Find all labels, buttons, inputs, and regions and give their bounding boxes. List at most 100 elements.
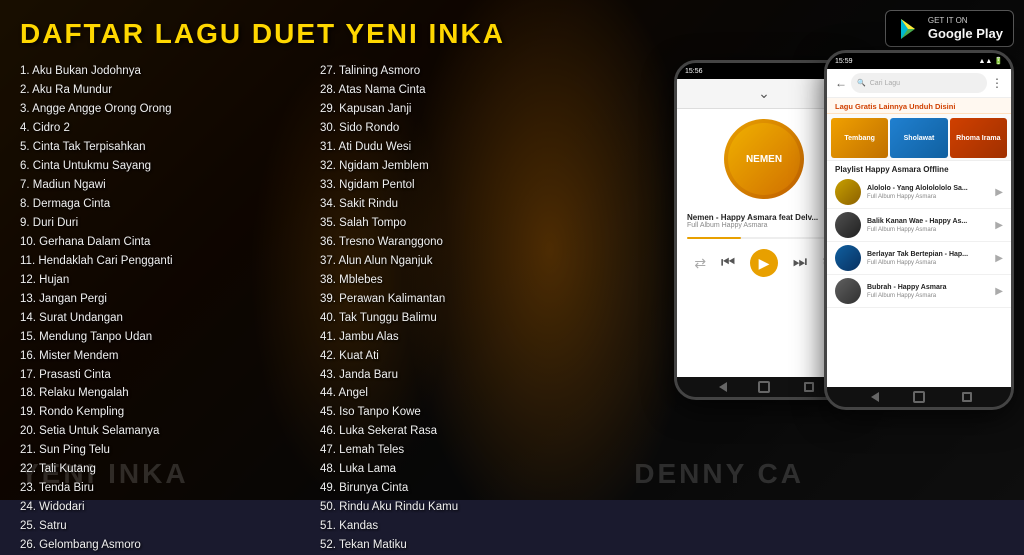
song-thumbnail <box>835 212 861 238</box>
status-bar-front: 15:59 ▲▲ 🔋 <box>827 53 1011 69</box>
more-options-icon[interactable]: ⋮ <box>991 76 1003 90</box>
phone-shell-front: 15:59 ▲▲ 🔋 ← 🔍 Cari Lagu ⋮ Lagu Grati <box>824 50 1014 410</box>
list-item: 20. Setia Untuk Selamanya <box>20 422 300 441</box>
song-artist: Full Album Happy Asmara <box>867 293 989 299</box>
list-item: 17. Prasasti Cinta <box>20 366 300 385</box>
search-placeholder: Cari Lagu <box>870 80 900 87</box>
list-item: 43. Janda Baru <box>320 366 600 385</box>
page-title: DAFTAR LAGU DUET YENI INKA <box>20 18 600 50</box>
play-song-icon[interactable]: ▶ <box>995 220 1003 231</box>
list-item: 18. Relaku Mengalah <box>20 384 300 403</box>
list-item: 30. Sido Rondo <box>320 119 600 138</box>
player-song-title: Nemen - Happy Asmara feat Delv... <box>687 213 841 222</box>
search-icon: 🔍 <box>857 79 866 87</box>
song-info: Berlayar Tak Bertepian - Hap... Full Alb… <box>867 250 989 265</box>
search-bar[interactable]: 🔍 Cari Lagu <box>851 73 987 93</box>
nav-recent-front-icon[interactable] <box>960 390 974 404</box>
playlist-header: ← 🔍 Cari Lagu ⋮ <box>827 69 1011 98</box>
nav-back-front-icon[interactable] <box>864 390 878 404</box>
playlist-item[interactable]: Berlayar Tak Bertepian - Hap... Full Alb… <box>827 242 1011 275</box>
list-item: 50. Rindu Aku Rindu Kamu <box>320 498 600 517</box>
song-name: Berlayar Tak Bertepian - Hap... <box>867 250 989 259</box>
list-item: 13. Jangan Pergi <box>20 290 300 309</box>
playlist-screen: ← 🔍 Cari Lagu ⋮ Lagu Gratis Lainnya Undu… <box>827 69 1011 387</box>
song-columns: 1. Aku Bukan Jodohnya2. Aku Ra Mundur3. … <box>20 62 600 555</box>
play-icon: ▶ <box>759 255 770 272</box>
list-item: 19. Rondo Kempling <box>20 403 300 422</box>
list-item: 11. Hendaklah Cari Pengganti <box>20 252 300 271</box>
list-item: 46. Luka Sekerat Rasa <box>320 422 600 441</box>
google-play-icon <box>896 17 920 41</box>
nav-home-front-icon[interactable] <box>912 390 926 404</box>
list-item: 22. Tali Kutang <box>20 460 300 479</box>
list-item: 41. Jambu Alas <box>320 328 600 347</box>
list-item: 25. Satru <box>20 517 300 536</box>
ad-tembang[interactable]: Tembang <box>831 118 888 158</box>
list-item: 39. Perawan Kalimantan <box>320 290 600 309</box>
list-item: 52. Tekan Matiku <box>320 536 600 555</box>
list-item: 35. Salah Tompo <box>320 214 600 233</box>
list-item: 32. Ngidam Jemblem <box>320 157 600 176</box>
player-album: Full Album Happy Asmara <box>687 222 841 229</box>
nav-back-icon[interactable] <box>712 380 726 394</box>
list-item: 44. Angel <box>320 384 600 403</box>
time-back: 15:56 <box>685 68 703 75</box>
list-item: 27. Talining Asmoro <box>320 62 600 81</box>
list-item: 15. Mendung Tanpo Udan <box>20 328 300 347</box>
list-item: 36. Tresno Waranggono <box>320 233 600 252</box>
play-song-icon[interactable]: ▶ <box>995 187 1003 198</box>
song-column-right: 27. Talining Asmoro28. Atas Nama Cinta29… <box>320 62 600 555</box>
list-item: 31. Ati Dudu Wesi <box>320 138 600 157</box>
progress-bar-fill <box>687 237 741 239</box>
album-art: NEMEN <box>724 119 804 199</box>
list-item: 16. Mister Mendem <box>20 347 300 366</box>
play-button[interactable]: ▶ <box>750 249 778 277</box>
album-art-inner: NEMEN <box>728 123 800 195</box>
list-item: 40. Tak Tunggu Balimu <box>320 309 600 328</box>
song-name: Balik Kanan Wae - Happy As... <box>867 217 989 226</box>
next-icon[interactable]: ⏭ <box>793 254 807 272</box>
nav-recent-icon[interactable] <box>802 380 816 394</box>
play-song-icon[interactable]: ▶ <box>995 253 1003 264</box>
shuffle-icon[interactable]: ⇄ <box>694 255 706 272</box>
song-info: Bubrah - Happy Asmara Full Album Happy A… <box>867 283 989 298</box>
list-item: 45. Iso Tanpo Kowe <box>320 403 600 422</box>
ad-sholawat[interactable]: Sholawat <box>890 118 947 158</box>
progress-bar-bg <box>687 237 841 239</box>
back-arrow-icon[interactable]: ← <box>835 76 847 90</box>
play-song-icon[interactable]: ▶ <box>995 286 1003 297</box>
playlist-item[interactable]: Alololo - Yang Alololololo Sa... Full Al… <box>827 176 1011 209</box>
list-item: 26. Gelombang Asmoro <box>20 536 300 555</box>
list-item: 7. Madiun Ngawi <box>20 176 300 195</box>
song-thumbnail <box>835 179 861 205</box>
list-item: 1. Aku Bukan Jodohnya <box>20 62 300 81</box>
google-play-badge[interactable]: GET IT ON Google Play <box>885 10 1014 47</box>
list-item: 4. Cidro 2 <box>20 119 300 138</box>
time-front: 15:59 <box>835 58 853 65</box>
prev-icon[interactable]: ⏮ <box>721 254 735 272</box>
playlist-section-title: Playlist Happy Asmara Offline <box>827 161 1011 176</box>
song-name: Alololo - Yang Alololololo Sa... <box>867 184 989 193</box>
right-panel: GET IT ON Google Play 15:56 🔋 ⌄ NEMEN <box>620 0 1024 500</box>
ad-rhoma[interactable]: Rhoma Irama <box>950 118 1007 158</box>
nav-home-icon[interactable] <box>757 380 771 394</box>
list-item: 28. Atas Nama Cinta <box>320 81 600 100</box>
playlist-item[interactable]: Bubrah - Happy Asmara Full Album Happy A… <box>827 275 1011 308</box>
list-item: 8. Dermaga Cinta <box>20 195 300 214</box>
ad-banner: Tembang Sholawat Rhoma Irama <box>827 114 1011 161</box>
song-list-panel: DAFTAR LAGU DUET YENI INKA 1. Aku Bukan … <box>0 0 620 500</box>
list-item: 10. Gerhana Dalam Cinta <box>20 233 300 252</box>
phone-bottom-bar-front <box>827 387 1011 407</box>
list-item: 2. Aku Ra Mundur <box>20 81 300 100</box>
playlist-item[interactable]: Balik Kanan Wae - Happy As... Full Album… <box>827 209 1011 242</box>
list-item: 21. Sun Ping Telu <box>20 441 300 460</box>
chevron-down-icon: ⌄ <box>758 85 770 102</box>
list-item: 37. Alun Alun Nganjuk <box>320 252 600 271</box>
google-play-text: GET IT ON Google Play <box>928 16 1003 41</box>
song-column-left: 1. Aku Bukan Jodohnya2. Aku Ra Mundur3. … <box>20 62 300 555</box>
list-item: 33. Ngidam Pentol <box>320 176 600 195</box>
playlist-items: Alololo - Yang Alololololo Sa... Full Al… <box>827 176 1011 387</box>
list-item: 29. Kapusan Janji <box>320 100 600 119</box>
song-name: Bubrah - Happy Asmara <box>867 283 989 292</box>
list-item: 24. Widodari <box>20 498 300 517</box>
